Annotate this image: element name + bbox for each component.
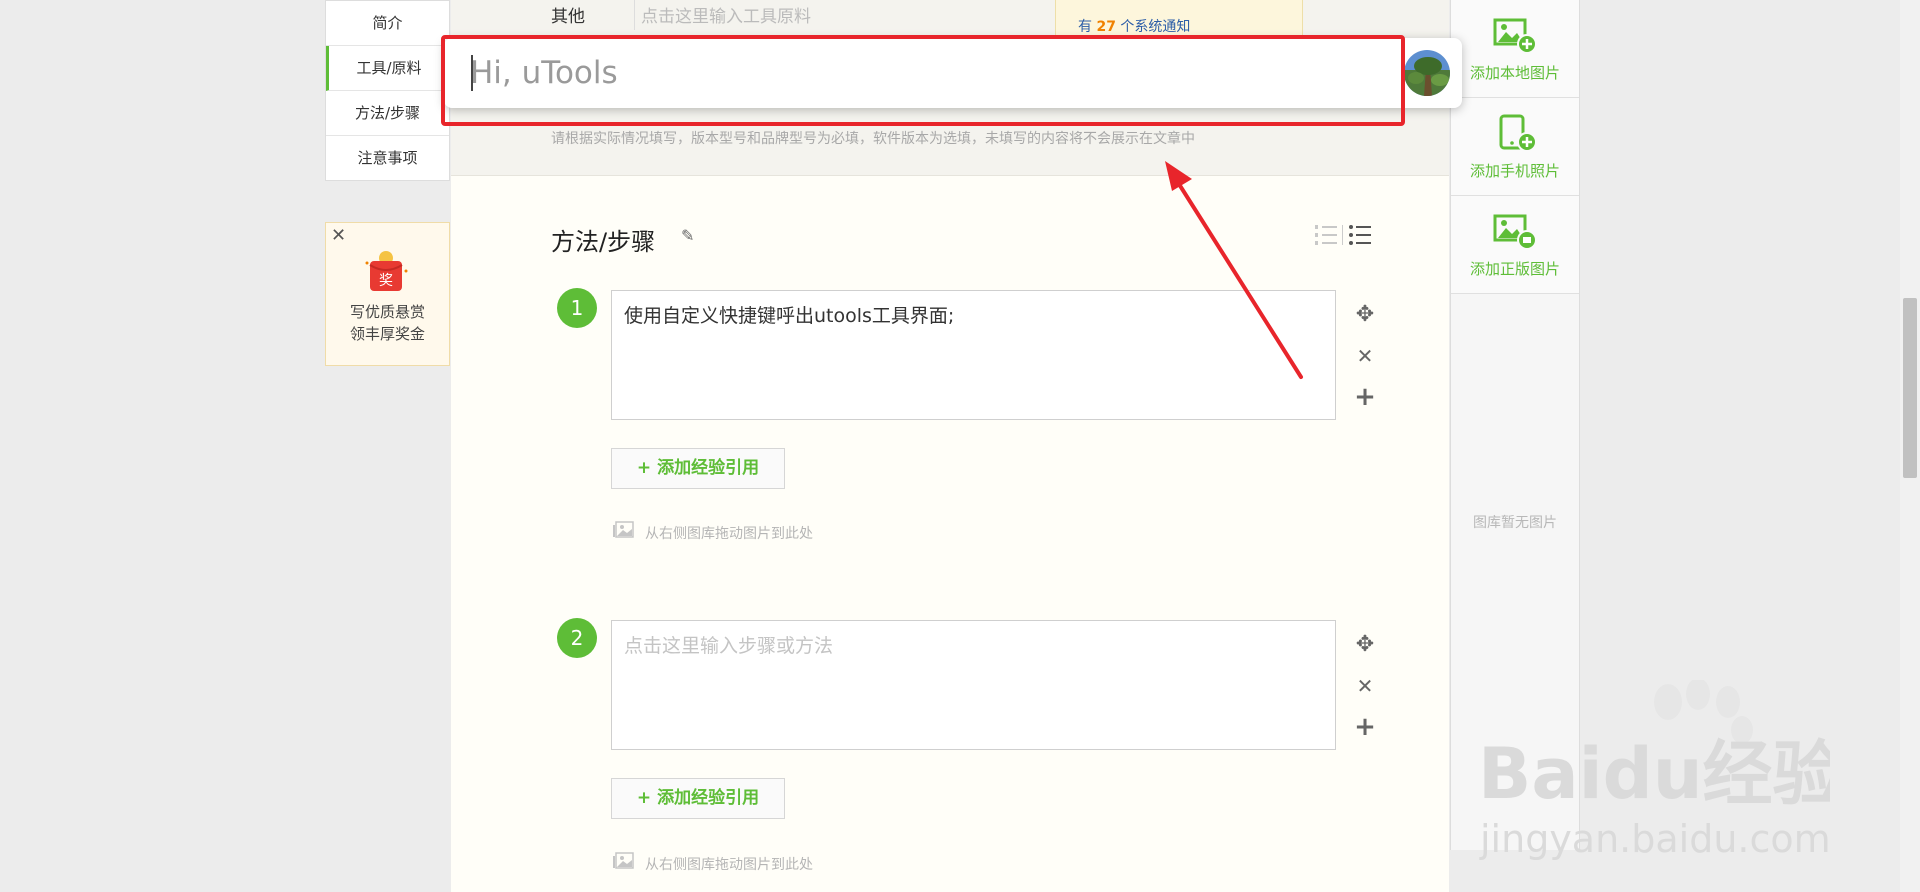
notice-prefix: 有 (1078, 19, 1092, 35)
ordered-list-icon[interactable] (1313, 222, 1339, 248)
add-phone-photo-label: 添加手机照片 (1469, 162, 1560, 180)
phone-photo-add-icon (1499, 114, 1537, 152)
editor-main: 其他 点击这里输入工具原料 有 27 个系统通知 请根据实际情况填写，版本型号和… (451, 0, 1449, 892)
step-1-add-icon[interactable]: + (1352, 382, 1378, 412)
add-local-image-label: 添加本地图片 (1469, 64, 1560, 82)
step-2-add-icon[interactable]: + (1352, 712, 1378, 742)
notice-suffix: 个系统通知 (1120, 19, 1191, 35)
reward-line-2: 领丰厚奖金 (349, 325, 425, 343)
image-drop-icon (613, 852, 634, 869)
reward-line-1: 写优质悬赏 (349, 303, 425, 321)
step-2-drag-hint: 从右侧图库拖动图片到此处 (645, 857, 813, 873)
baidu-jingyan-watermark: Baidu经验 jingyan.baidu.com (1478, 680, 1830, 861)
section-title: 方法/步骤 (551, 228, 656, 256)
tools-hint: 请根据实际情况填写，版本型号和品牌型号为必填，软件版本为选填，未填写的内容将不会… (551, 131, 1195, 147)
list-style-divider (1342, 225, 1343, 245)
step-1-remove-icon[interactable]: ✕ (1352, 344, 1378, 368)
utools-avatar[interactable] (1404, 50, 1450, 96)
page-scrollbar-thumb[interactable] (1903, 298, 1917, 478)
step-2-move-icon[interactable]: ✥ (1352, 632, 1378, 657)
nav-item-notes[interactable]: 注意事项 (326, 136, 449, 180)
add-licensed-image-label: 添加正版图片 (1469, 260, 1560, 278)
reward-text: 写优质悬赏 领丰厚奖金 (326, 301, 449, 345)
step-1-number: 1 (557, 288, 597, 328)
reward-icon-text: 奖 (379, 272, 393, 289)
reward-card[interactable]: ✕ 奖 写优质悬赏 领丰厚奖金 (325, 222, 450, 366)
watermark-url: jingyan.baidu.com (1479, 817, 1830, 861)
step-2-number: 2 (557, 618, 597, 658)
notice-text[interactable]: 有 27 个系统通知 (1078, 16, 1190, 36)
local-image-add-icon (1493, 18, 1537, 54)
licensed-image-add-icon (1493, 214, 1537, 250)
step-1-drag-hint: 从右侧图库拖动图片到此处 (645, 526, 813, 542)
tools-other-label: 其他 (551, 7, 585, 27)
step-1-add-reference-button[interactable]: + 添加经验引用 (611, 448, 785, 489)
notice-count: 27 (1096, 19, 1116, 35)
red-arrow-annotation (1165, 161, 1303, 379)
watermark-brand: Baidu经验 (1478, 733, 1830, 815)
tools-divider (634, 0, 635, 30)
edit-pencil-icon[interactable]: ✎ (681, 226, 694, 245)
step-2-add-reference-button[interactable]: + 添加经验引用 (611, 778, 785, 819)
add-phone-photo-button[interactable]: 添加手机照片 (1451, 98, 1579, 196)
nav-item-steps[interactable]: 方法/步骤 (326, 91, 449, 136)
red-envelope-icon: 奖 (365, 251, 408, 291)
step-1-move-icon[interactable]: ✥ (1352, 302, 1378, 327)
step-2-remove-icon[interactable]: ✕ (1352, 674, 1378, 698)
add-licensed-image-button[interactable]: 添加正版图片 (1451, 196, 1579, 294)
left-nav: 简介 工具/原料 方法/步骤 注意事项 (325, 0, 450, 181)
image-drop-icon (613, 521, 634, 538)
nav-item-intro[interactable]: 简介 (326, 1, 449, 46)
highlight-annotation (441, 35, 1405, 126)
bullet-list-icon[interactable] (1347, 222, 1373, 248)
library-empty-text: 图库暂无图片 (1473, 515, 1557, 531)
reward-close-icon[interactable]: ✕ (331, 225, 346, 246)
nav-item-tools[interactable]: 工具/原料 (326, 46, 449, 91)
step-2-input[interactable]: 点击这里输入步骤或方法 (611, 620, 1336, 750)
add-local-image-button[interactable]: 添加本地图片 (1451, 0, 1579, 98)
tools-input[interactable]: 点击这里输入工具原料 (641, 2, 811, 27)
